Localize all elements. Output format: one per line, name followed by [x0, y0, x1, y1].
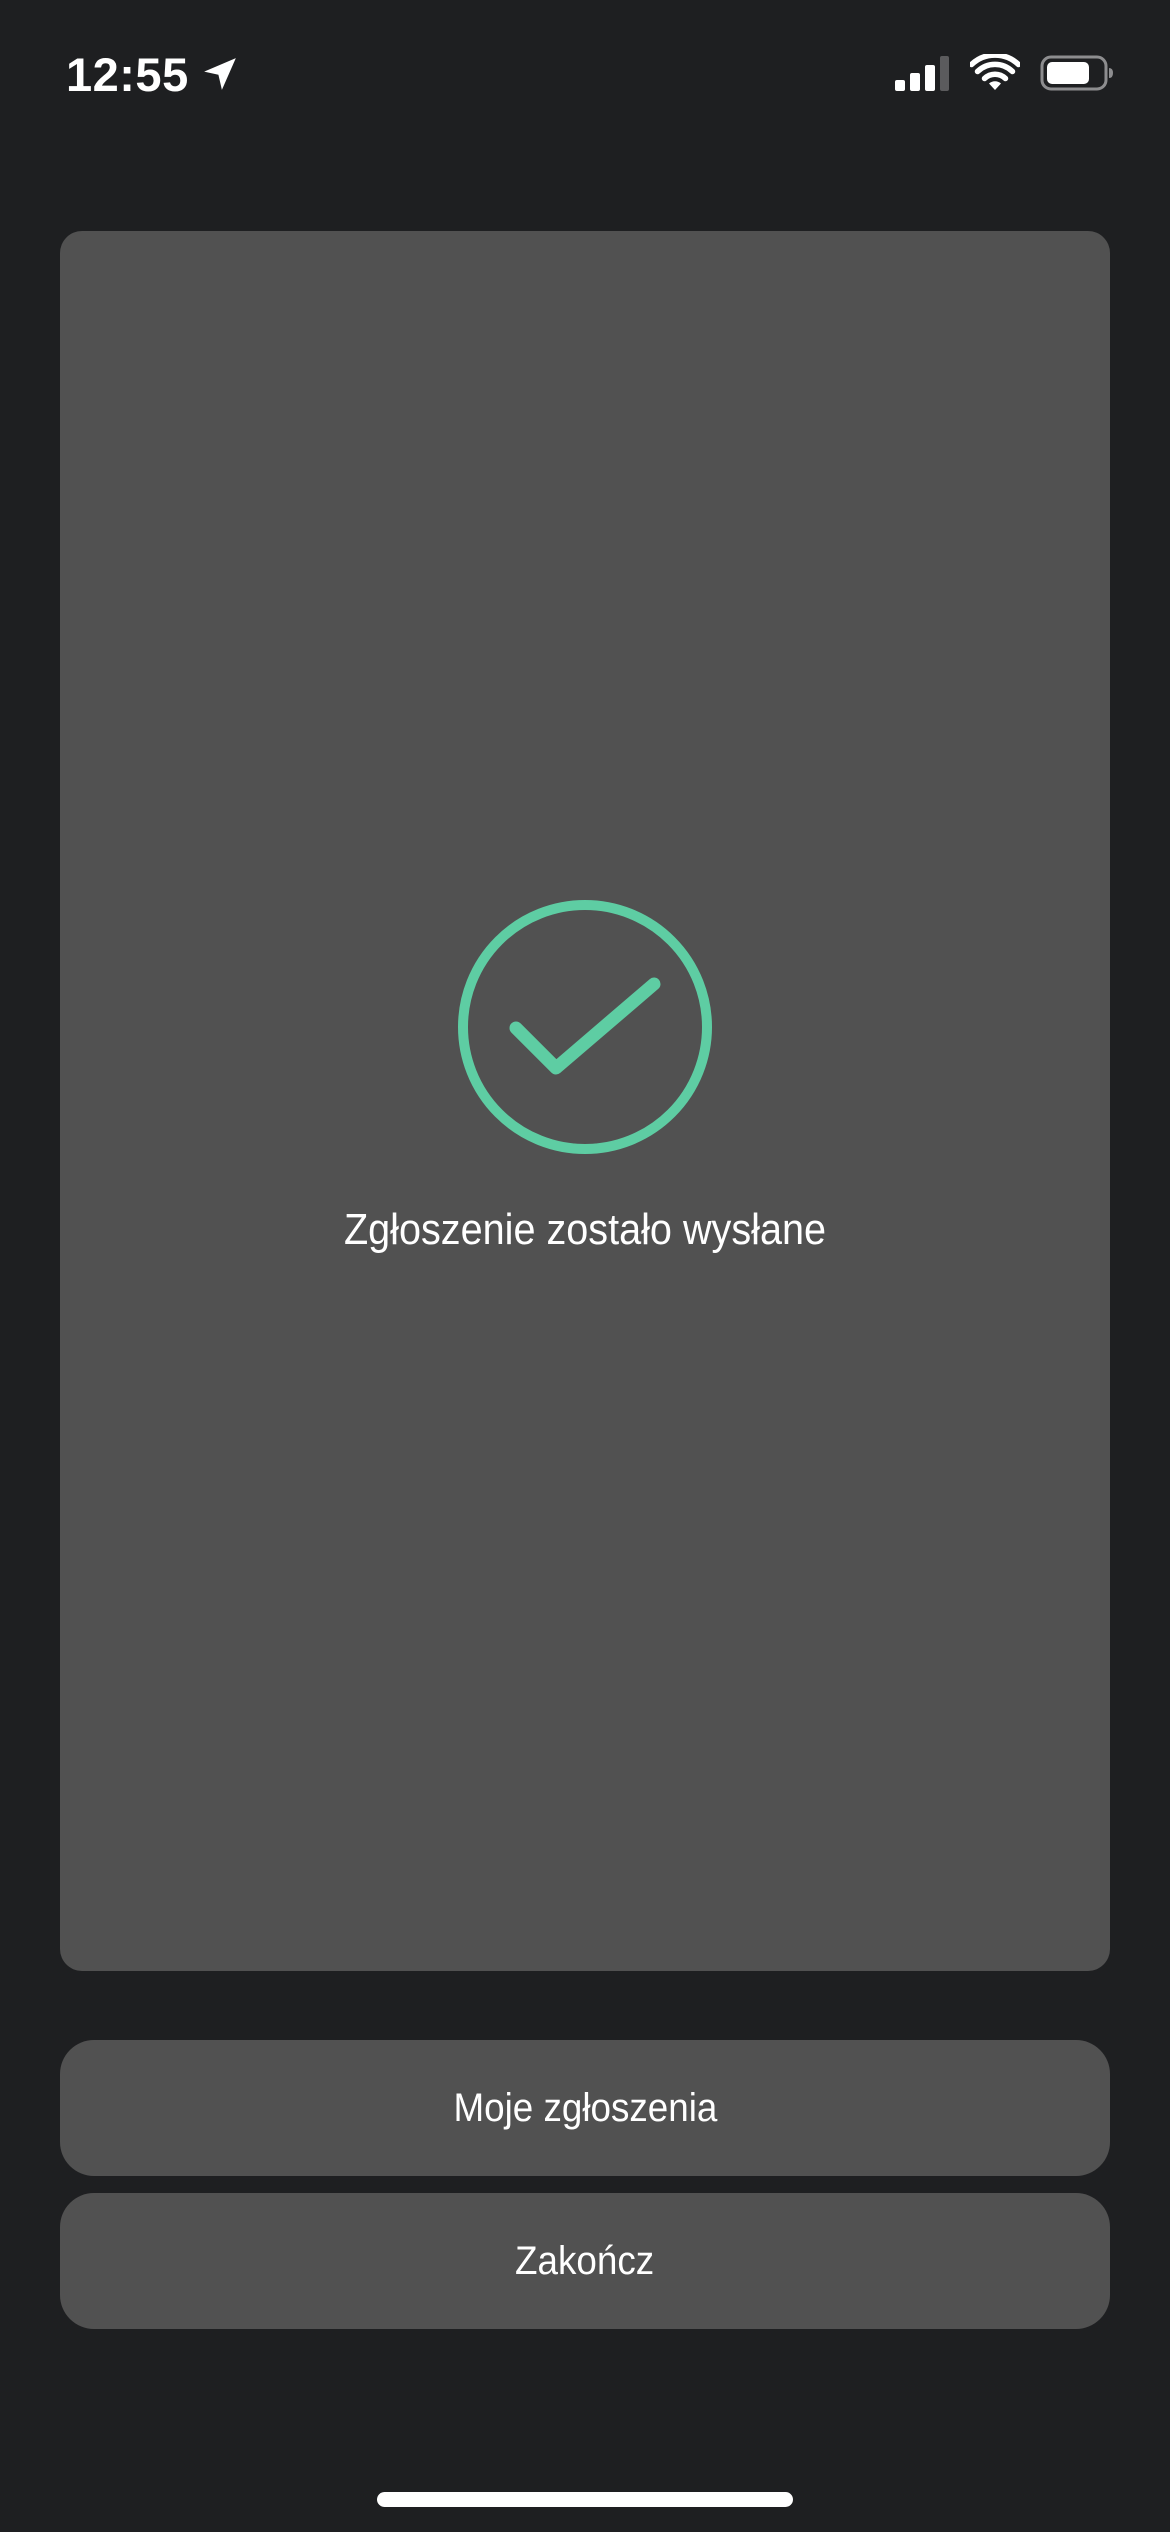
home-indicator[interactable]	[377, 2492, 793, 2507]
status-time-group: 12:55	[66, 44, 239, 104]
success-card: Zgłoszenie zostało wysłane	[60, 231, 1110, 1971]
wifi-icon	[970, 54, 1020, 90]
status-indicators	[894, 50, 1114, 96]
my-reports-button[interactable]: Moje zgłoszenia	[60, 2040, 1110, 2176]
check-circle-icon	[458, 900, 712, 1154]
status-time: 12:55	[66, 47, 189, 101]
finish-button[interactable]: Zakończ	[60, 2193, 1110, 2329]
finish-button-label: Zakończ	[515, 2238, 655, 2283]
cellular-signal-icon	[895, 56, 949, 91]
status-bar: 12:55	[0, 0, 1170, 150]
my-reports-button-label: Moje zgłoszenia	[453, 2085, 717, 2130]
location-arrow-icon	[203, 58, 236, 90]
success-message: Zgłoszenie zostało wysłane	[343, 1205, 827, 1254]
battery-icon	[1040, 55, 1113, 91]
